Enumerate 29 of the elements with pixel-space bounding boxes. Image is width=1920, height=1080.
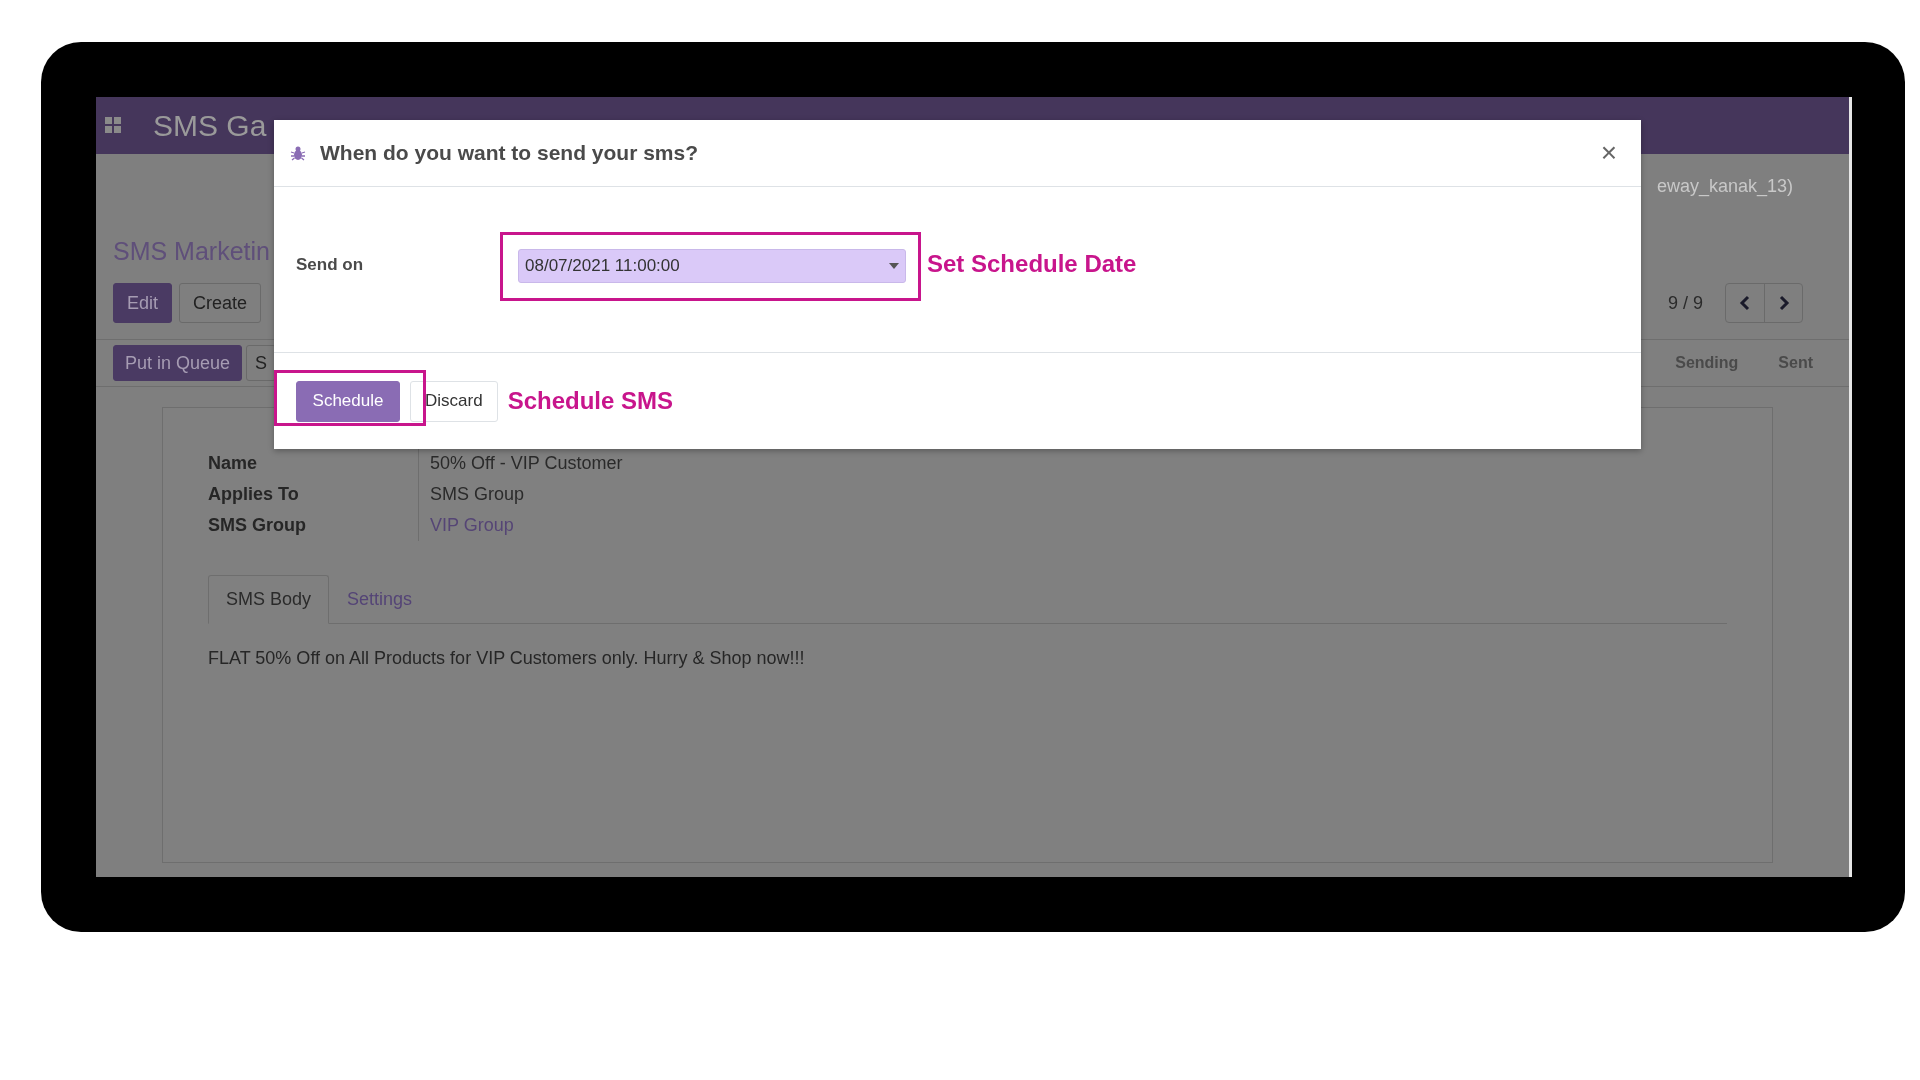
discard-button[interactable]: Discard (410, 380, 498, 422)
field-label: Name (208, 452, 259, 475)
user-menu[interactable]: eway_kanak_13) (1656, 176, 1793, 197)
sms-body-text: FLAT 50% Off on All Products for VIP Customers only. Hurry & Shop now!!! (208, 648, 806, 669)
bug-icon (290, 145, 306, 161)
schedule-button[interactable]: Schedule (296, 380, 400, 422)
action-button[interactable]: Create (179, 283, 262, 323)
annotation-text: Set Schedule Date (927, 250, 1137, 278)
field-label: Send on (296, 255, 365, 275)
apps-grid-icon[interactable] (105, 116, 123, 135)
tab[interactable]: SMS Body (208, 575, 330, 624)
scrollbar[interactable] (1849, 97, 1852, 877)
pager-counter: 9 / 9 (1667, 292, 1703, 314)
caret-icon (889, 263, 899, 269)
tab[interactable]: Settings (329, 575, 431, 624)
field-label: SMS Group (208, 514, 307, 537)
chevron-left-icon (1739, 295, 1751, 311)
app-title: SMS Ga (153, 108, 267, 143)
action-button[interactable]: Put in Queue (113, 345, 243, 381)
close-button[interactable]: × (1596, 139, 1621, 167)
field-value: SMS Group (418, 479, 634, 510)
annotation-text: Schedule SMS (507, 387, 673, 415)
action-button[interactable]: Edit (113, 283, 173, 323)
date-field[interactable]: 08/07/2021 11:00:00 (518, 249, 906, 283)
dialog-title: When do you want to send your sms? (320, 141, 700, 165)
action-button[interactable]: S (246, 345, 277, 381)
field-link[interactable]: VIP Group (418, 510, 634, 541)
field-label: Applies To (208, 483, 300, 506)
chevron-right-icon (1777, 295, 1790, 311)
